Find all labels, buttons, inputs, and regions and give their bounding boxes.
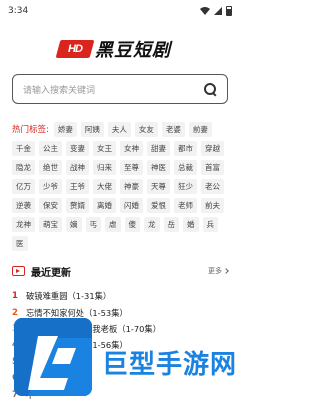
logo-text: 黑豆短剧 (95, 40, 171, 61)
app-logo: HD 黑豆短剧 (55, 38, 171, 61)
tag-chip[interactable]: 都市 (174, 141, 197, 156)
tag-chip[interactable]: 娇妻 (53, 122, 77, 137)
more-label: 更多 (208, 267, 222, 275)
tag-chip[interactable]: 甜妻 (147, 141, 170, 156)
list-item[interactable]: 1 破镜难重圆（1-31集） (12, 288, 228, 304)
signal-icon (214, 7, 222, 15)
tag-chip[interactable]: 狂少 (174, 179, 197, 194)
hot-tags-label: 热门标签: (12, 124, 49, 135)
tag-chip[interactable]: 少爷 (39, 179, 62, 194)
tag-chip[interactable]: 首富 (201, 160, 224, 175)
tag-chip[interactable]: 老婆 (161, 122, 185, 137)
hot-tags: 热门标签: 娇妻 阿姨 夫人 女友 老婆 前妻千金 公主 变妻 女王 女神 甜妻 都市 穿越隐龙 绝世 战神… (12, 122, 232, 251)
tag-chip[interactable]: 阿姨 (80, 122, 104, 137)
watermark: 巨型手游网 (14, 318, 240, 400)
watermark-logo-icon (14, 318, 92, 396)
tag-chip[interactable]: 天尊 (147, 179, 170, 194)
status-icons (200, 6, 232, 16)
tag-chip[interactable]: 龙神 (12, 217, 35, 232)
tag-chip[interactable]: 老师 (174, 198, 197, 213)
logo-badge: HD (55, 40, 95, 58)
drama-title: 忘情不知家何处（1-53集） (26, 307, 128, 318)
tag-chip[interactable]: 战神 (66, 160, 89, 175)
more-link[interactable]: 更多 (208, 266, 229, 276)
rank-number: 1 (12, 291, 18, 302)
tag-chip[interactable]: 女神 (120, 141, 143, 156)
logo-badge-text: HD (68, 43, 82, 55)
tag-chip[interactable]: 归来 (93, 160, 116, 175)
tag-chip[interactable]: 保安 (39, 198, 62, 213)
tag-chip[interactable]: 神豪 (120, 179, 143, 194)
tag-chip[interactable]: 至尊 (120, 160, 143, 175)
tag-chip[interactable]: 女友 (134, 122, 158, 137)
section-title: 最近更新 (31, 267, 71, 279)
search-icon[interactable] (203, 82, 217, 96)
tag-chip[interactable]: 赘婿 (66, 198, 89, 213)
tag-chip[interactable]: 医 (12, 236, 28, 251)
tag-chip[interactable]: 隐龙 (12, 160, 35, 175)
tag-chip[interactable]: 龙 (144, 217, 160, 232)
tag-chip[interactable]: 绝世 (39, 160, 62, 175)
tag-chip[interactable]: 大佬 (93, 179, 116, 194)
tv-play-icon (12, 266, 25, 276)
tag-chip[interactable]: 变妻 (66, 141, 89, 156)
tag-chip[interactable]: 前妻 (188, 122, 212, 137)
tag-chip[interactable]: 亿万 (12, 179, 35, 194)
tag-chip[interactable]: 老公 (201, 179, 224, 194)
tag-chip[interactable]: 前夫 (201, 198, 224, 213)
rank-number: 2 (12, 307, 18, 318)
chevron-right-icon (223, 268, 229, 274)
tag-chip[interactable]: 婚 (183, 217, 199, 232)
tag-chip[interactable]: 穿越 (201, 141, 224, 156)
status-time: 3:34 (8, 6, 29, 16)
recent-updates-header: 最近更新 更多 (12, 264, 229, 279)
search-placeholder: 请输入搜索关键词 (23, 85, 96, 96)
battery-icon (226, 6, 232, 16)
tag-chip[interactable]: 千金 (12, 141, 35, 156)
tag-chip[interactable]: 嫡 (66, 217, 82, 232)
tag-chip[interactable]: 总裁 (174, 160, 197, 175)
watermark-text: 巨型手游网 (102, 350, 238, 380)
tag-chip[interactable]: 萌宝 (39, 217, 62, 232)
tag-chip[interactable]: 傻 (124, 217, 140, 232)
status-bar: 3:34 (0, 0, 240, 22)
tag-chip[interactable]: 岳 (163, 217, 179, 232)
tag-chip[interactable]: 爱恨 (147, 198, 170, 213)
tag-chip[interactable]: 女王 (93, 141, 116, 156)
tag-chip[interactable]: 神医 (147, 160, 170, 175)
tag-chip[interactable]: 公主 (39, 141, 62, 156)
search-input[interactable]: 请输入搜索关键词 (12, 74, 228, 104)
tag-chip[interactable]: 虐 (105, 217, 121, 232)
tag-chip[interactable]: 夫人 (107, 122, 131, 137)
tag-chip[interactable]: 闪婚 (120, 198, 143, 213)
tag-chip[interactable]: 王爷 (66, 179, 89, 194)
tag-chip[interactable]: 兵 (202, 217, 218, 232)
tag-chip[interactable]: 离婚 (93, 198, 116, 213)
drama-title: 破镜难重圆（1-31集） (26, 291, 112, 302)
wifi-icon (200, 7, 210, 15)
tag-chip[interactable]: 丐 (85, 217, 101, 232)
tag-chip[interactable]: 逆袭 (12, 198, 35, 213)
